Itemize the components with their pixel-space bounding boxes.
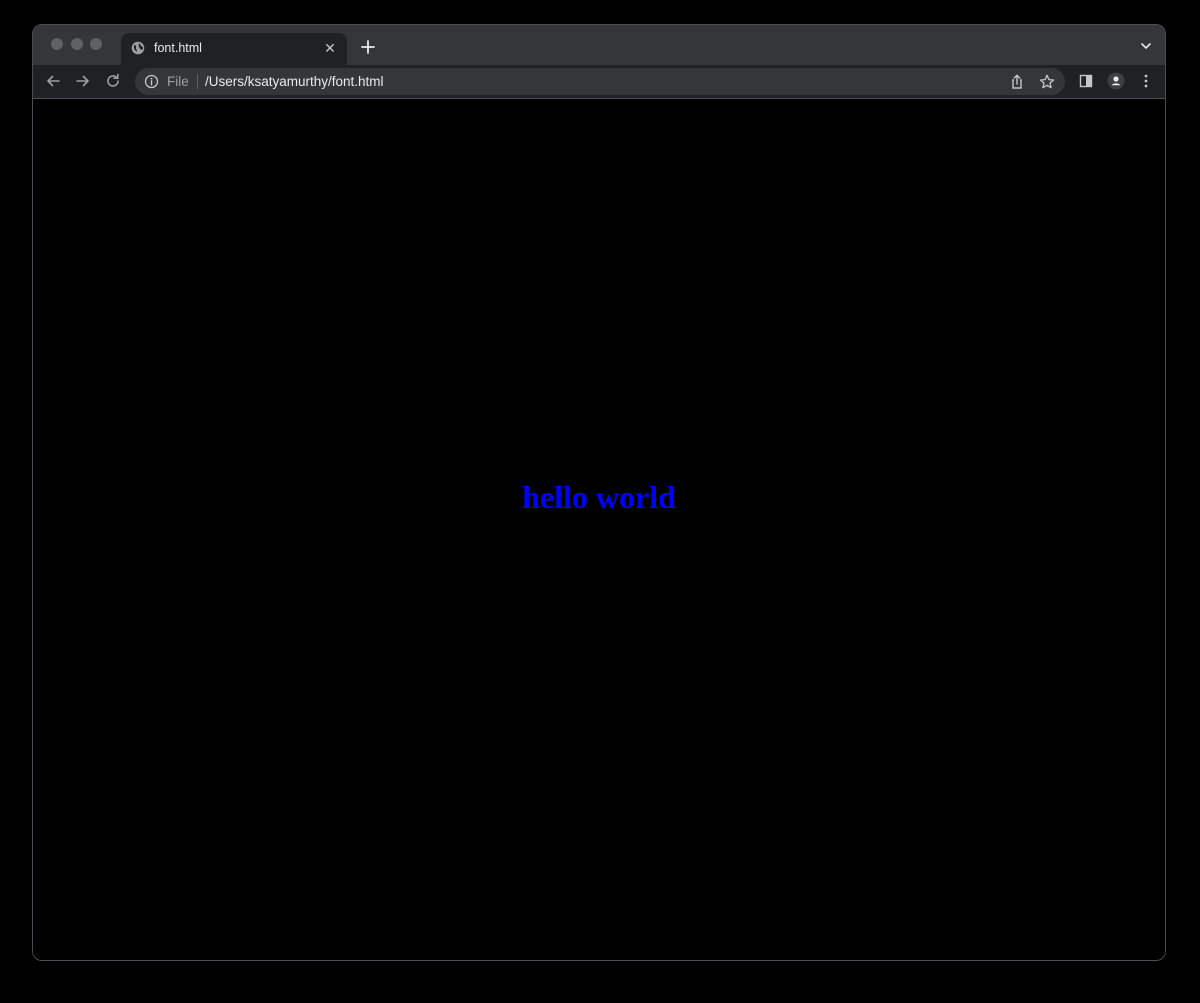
page-content: hello world (33, 99, 1165, 960)
zoom-window-button[interactable] (90, 38, 102, 50)
browser-window: font.html ✕ File /Users/ksatyamurthy/fon… (32, 24, 1166, 961)
kebab-menu-icon[interactable] (1135, 70, 1157, 92)
url-scheme-label: File (167, 74, 189, 89)
tab-title: font.html (154, 41, 202, 55)
reload-icon[interactable] (102, 70, 124, 92)
plus-icon[interactable] (357, 36, 379, 58)
chevron-down-icon[interactable] (1139, 39, 1153, 53)
url-text[interactable]: /Users/ksatyamurthy/font.html (205, 74, 384, 89)
profile-icon[interactable] (1105, 70, 1127, 92)
page-heading: hello world (522, 479, 676, 515)
share-icon[interactable] (1007, 72, 1027, 92)
tab-font-html[interactable]: font.html ✕ (121, 33, 347, 65)
omnibox-divider (197, 74, 198, 89)
info-icon[interactable] (144, 74, 159, 89)
globe-icon (131, 41, 145, 55)
tab-strip: font.html ✕ (33, 25, 1165, 65)
arrow-right-icon[interactable] (72, 70, 94, 92)
close-window-button[interactable] (51, 38, 63, 50)
star-icon[interactable] (1037, 72, 1057, 92)
side-panel-icon[interactable] (1075, 70, 1097, 92)
browser-toolbar: File /Users/ksatyamurthy/font.html (33, 65, 1165, 99)
arrow-left-icon[interactable] (42, 70, 64, 92)
close-icon[interactable]: ✕ (321, 39, 339, 57)
address-bar[interactable]: File /Users/ksatyamurthy/font.html (135, 68, 1065, 95)
minimize-window-button[interactable] (71, 38, 83, 50)
